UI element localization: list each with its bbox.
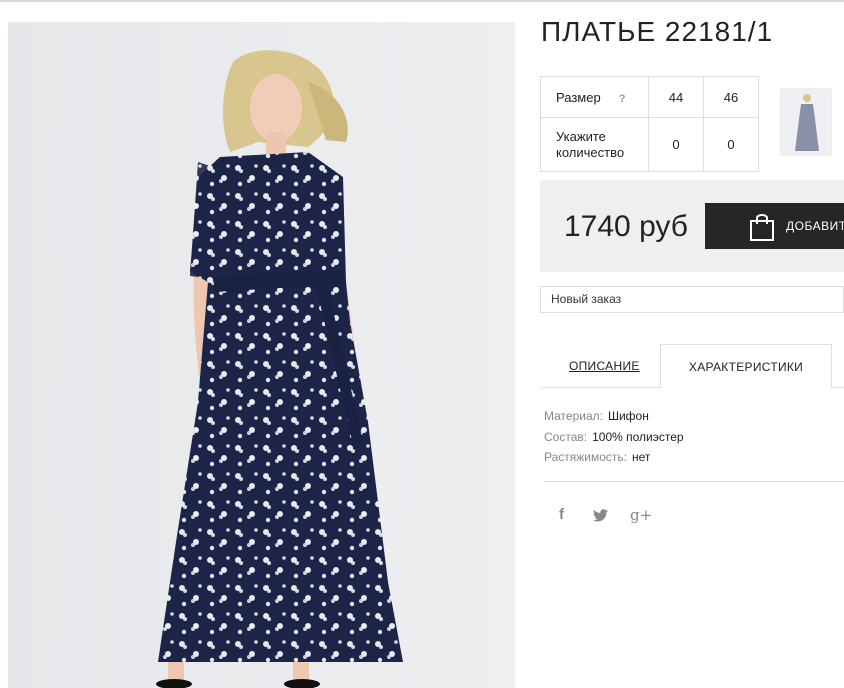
size-label: Размер: [556, 89, 601, 105]
quantity-row: Укажите количество 0 0: [540, 117, 759, 172]
product-photo[interactable]: [8, 22, 515, 688]
size-46[interactable]: 46: [703, 76, 759, 118]
divider: [544, 481, 844, 482]
quantity-label: Укажите количество: [540, 117, 649, 172]
thumbnail-image: [781, 89, 831, 155]
shopping-bag-icon: [750, 214, 774, 241]
product-title: ПЛАТЬЕ 22181/1: [541, 16, 774, 47]
quantity-input-44[interactable]: 0: [648, 117, 704, 172]
characteristics-list: Материал: Шифон Состав: 100% полиэстер Рас…: [544, 406, 684, 468]
order-select[interactable]: Новый заказ: [540, 286, 844, 313]
add-to-cart-label: ДОБАВИТЬ: [786, 219, 844, 233]
characteristic-row: Материал: Шифон: [544, 409, 649, 423]
product-tabs: ОПИСАНИЕ ХАРАКТЕРИСТИКИ: [541, 344, 844, 388]
size-label-cell: Размер?: [540, 76, 649, 118]
googleplus-icon[interactable]: g+: [630, 506, 652, 524]
characteristic-row: Растяжимость: нет: [544, 450, 651, 464]
size-44[interactable]: 44: [648, 76, 704, 118]
tab-description[interactable]: ОПИСАНИЕ: [569, 359, 640, 373]
tab-characteristics[interactable]: ХАРАКТЕРИСТИКИ: [660, 344, 832, 388]
product-thumbnail[interactable]: [780, 88, 832, 156]
twitter-icon[interactable]: [593, 509, 608, 522]
quantity-label-text: Укажите количество: [556, 128, 625, 160]
dress-illustration: [8, 22, 515, 688]
price-box: 1740 руб ДОБАВИТЬ: [540, 180, 844, 272]
facebook-icon[interactable]: f: [559, 506, 564, 523]
size-quantity-table: Размер? 44 46 Укажите количество 0 0: [540, 76, 759, 172]
size-row: Размер? 44 46: [540, 76, 759, 118]
help-icon[interactable]: ?: [619, 93, 626, 105]
add-to-cart-button[interactable]: ДОБАВИТЬ: [705, 203, 844, 249]
price: 1740 руб: [564, 210, 688, 243]
characteristic-row: Состав: 100% полиэстер: [544, 429, 684, 444]
top-border: [0, 0, 844, 2]
quantity-input-46[interactable]: 0: [703, 117, 759, 172]
